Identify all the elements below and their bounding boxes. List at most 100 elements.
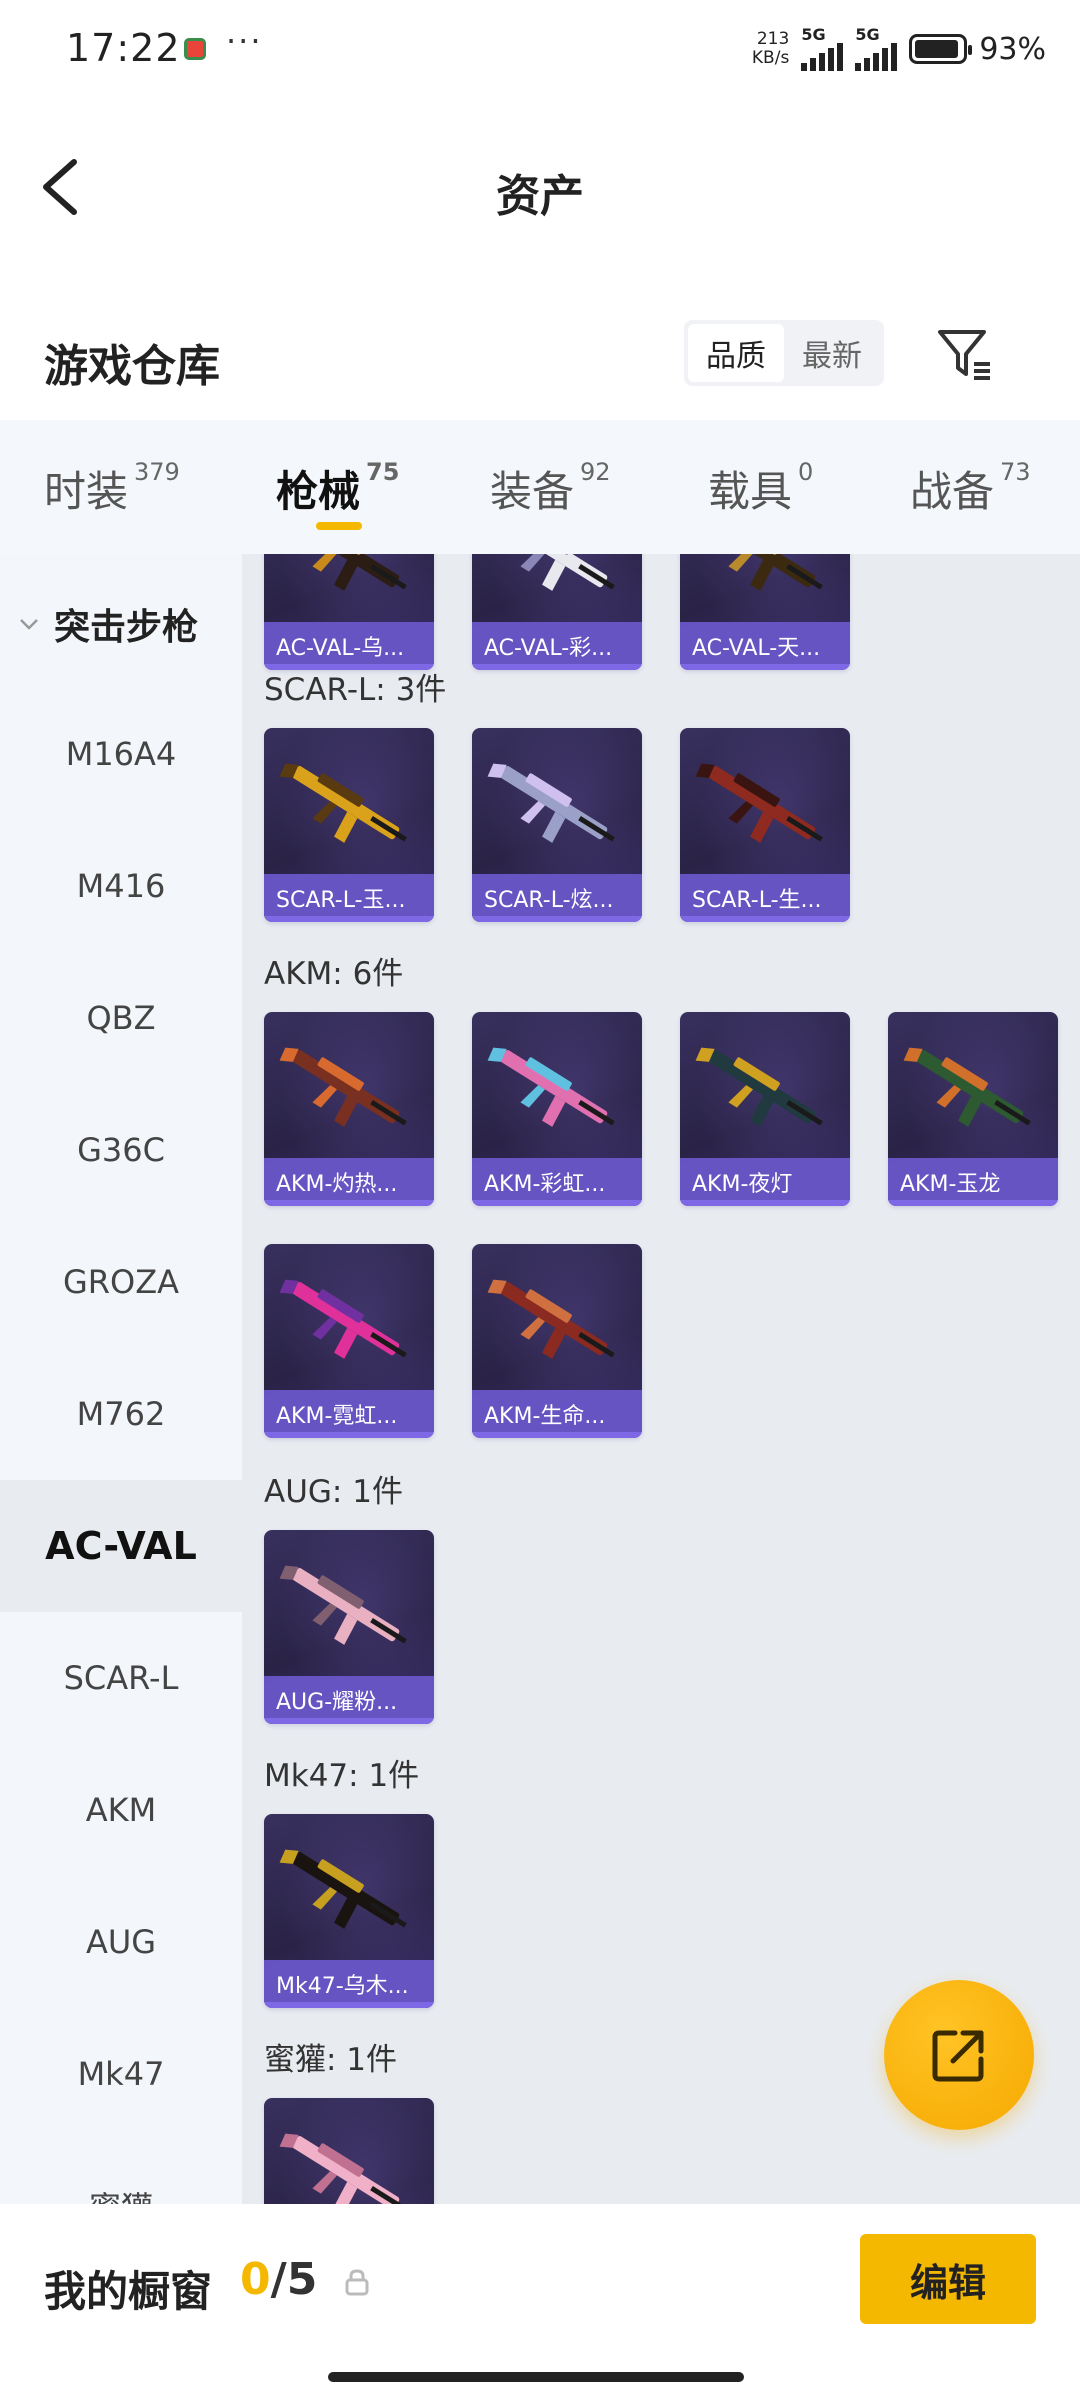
sidebar-item[interactable]: AKM bbox=[0, 1744, 242, 1876]
weapon-skin-image bbox=[487, 1047, 615, 1127]
weapon-name: SCAR-L-炫... bbox=[472, 874, 642, 916]
share-external-icon bbox=[932, 2030, 984, 2082]
card-rarity-bar bbox=[264, 2002, 434, 2008]
sort-option-newest[interactable]: 最新 bbox=[784, 324, 880, 382]
weapon-card[interactable]: AKM-夜灯 bbox=[680, 1012, 850, 1206]
sidebar-item[interactable]: Mk47 bbox=[0, 2008, 242, 2140]
weapon-name: AKM-彩虹... bbox=[472, 1158, 642, 1200]
card-rarity-bar bbox=[472, 916, 642, 922]
showcase-current: 0 bbox=[240, 2254, 271, 2305]
card-rarity-bar bbox=[264, 916, 434, 922]
weapon-grid: AC-VAL-乌... AC-VAL-彩... AC-VAL-天... SCAR-L:… bbox=[242, 554, 1080, 2204]
tab-label: 枪械 bbox=[276, 467, 361, 516]
weapon-name: AC-VAL-天... bbox=[680, 622, 850, 664]
tab-label: 载具 bbox=[708, 467, 793, 516]
weapon-card[interactable]: AKM-彩虹... bbox=[472, 1012, 642, 1206]
home-indicator[interactable] bbox=[328, 2372, 744, 2382]
weapon-skin-image bbox=[487, 1279, 615, 1359]
weapon-card[interactable]: SCAR-L-玉... bbox=[264, 728, 434, 922]
weapon-skin-image bbox=[695, 763, 823, 843]
weapon-skin-image bbox=[903, 1047, 1031, 1127]
group-title: AKM: 6件 bbox=[264, 956, 404, 992]
weapon-skin-image bbox=[279, 1279, 407, 1359]
weapon-card[interactable]: AKM-灼热... bbox=[264, 1012, 434, 1206]
weapon-name: Mk47-乌木... bbox=[264, 1960, 434, 2002]
sim1-label: 5G bbox=[801, 25, 826, 44]
sidebar-item[interactable]: M16A4 bbox=[0, 688, 242, 820]
weapon-card[interactable]: SCAR-L-炫... bbox=[472, 728, 642, 922]
weapon-name: AUG-耀粉... bbox=[264, 1676, 434, 1718]
weapon-skin-image bbox=[279, 1047, 407, 1127]
sidebar-item[interactable]: AUG bbox=[0, 1876, 242, 2008]
sidebar-item[interactable]: M416 bbox=[0, 820, 242, 952]
sim2-label: 5G bbox=[855, 25, 880, 44]
weapon-name: SCAR-L-生... bbox=[680, 874, 850, 916]
sidebar-item[interactable]: G36C bbox=[0, 1084, 242, 1216]
tab-label: 时装 bbox=[44, 467, 129, 516]
weapon-card[interactable]: AC-VAL-彩... bbox=[472, 554, 642, 670]
showcase-label: 我的橱窗 bbox=[44, 2267, 213, 2316]
category-tabs: 时装 379 枪械 75 装备 92 载具 0 战备 73 bbox=[0, 420, 1080, 554]
tab-supplies[interactable]: 战备 73 bbox=[910, 458, 1031, 519]
card-rarity-bar bbox=[264, 1718, 434, 1724]
weapon-name: AC-VAL-彩... bbox=[472, 622, 642, 664]
battery-icon bbox=[909, 34, 973, 64]
share-fab[interactable] bbox=[884, 1980, 1034, 2130]
lock-icon bbox=[345, 2269, 369, 2296]
weapon-skin-image bbox=[279, 2133, 407, 2204]
weapon-name: AKM-灼热... bbox=[264, 1158, 434, 1200]
notification-app-icon bbox=[184, 38, 206, 60]
weapon-card[interactable]: AKM-玉龙 bbox=[888, 1012, 1058, 1206]
weapon-card[interactable] bbox=[264, 2098, 434, 2204]
status-time: 17:22 bbox=[66, 26, 181, 70]
tab-fashion[interactable]: 时装 379 bbox=[44, 458, 180, 519]
sort-toggle: 品质 最新 bbox=[684, 320, 884, 386]
sidebar-item[interactable]: 蜜獾 bbox=[0, 2140, 242, 2204]
sidebar-item[interactable]: SCAR-L bbox=[0, 1612, 242, 1744]
weapon-card[interactable]: SCAR-L-生... bbox=[680, 728, 850, 922]
tab-count: 379 bbox=[134, 458, 180, 486]
tab-equipment[interactable]: 装备 92 bbox=[490, 458, 611, 519]
weapon-card[interactable]: AC-VAL-乌... bbox=[264, 554, 434, 670]
card-rarity-bar bbox=[472, 1432, 642, 1438]
status-indicators: 213 KB/s 5G 5G 93% bbox=[752, 24, 1046, 74]
sidebar-item[interactable]: QBZ bbox=[0, 952, 242, 1084]
weapon-card[interactable]: AUG-耀粉... bbox=[264, 1530, 434, 1724]
category-assault-rifles[interactable]: 突击步枪 bbox=[0, 594, 242, 654]
sidebar-item[interactable]: M762 bbox=[0, 1348, 242, 1480]
card-rarity-bar bbox=[264, 1200, 434, 1206]
showcase-count: 0/5 bbox=[240, 2254, 317, 2305]
edit-button[interactable]: 编辑 bbox=[860, 2234, 1036, 2324]
tab-firearms[interactable]: 枪械 75 bbox=[276, 458, 399, 519]
chevron-down-icon bbox=[20, 619, 38, 630]
sort-option-quality[interactable]: 品质 bbox=[688, 324, 784, 382]
battery-percent: 93% bbox=[979, 31, 1046, 67]
more-notifications-icon: ··· bbox=[226, 22, 263, 60]
weapon-card[interactable]: AKM-霓虹... bbox=[264, 1244, 434, 1438]
tab-count: 0 bbox=[798, 458, 814, 486]
tab-label: 装备 bbox=[490, 467, 575, 516]
status-bar: 17:22 ··· 213 KB/s 5G 5G 93% bbox=[0, 0, 1080, 100]
weapon-skin-image bbox=[279, 1565, 407, 1645]
weapon-skin-image bbox=[487, 763, 615, 843]
category-label: 突击步枪 bbox=[54, 607, 199, 648]
network-speed-unit: KB/s bbox=[751, 48, 790, 68]
network-speed: 213 KB/s bbox=[752, 30, 789, 68]
weapon-card[interactable]: AKM-生命... bbox=[472, 1244, 642, 1438]
card-rarity-bar bbox=[264, 1432, 434, 1438]
sidebar-item[interactable]: GROZA bbox=[0, 1216, 242, 1348]
weapon-skin-image bbox=[292, 554, 407, 591]
weapon-card[interactable]: AC-VAL-天... bbox=[680, 554, 850, 670]
section-title: 游戏仓库 bbox=[44, 341, 220, 392]
filter-button[interactable] bbox=[934, 324, 994, 384]
warehouse-header: 游戏仓库 品质 最新 bbox=[0, 280, 1080, 420]
weapon-name: AKM-生命... bbox=[472, 1390, 642, 1432]
card-rarity-bar bbox=[680, 1200, 850, 1206]
card-rarity-bar bbox=[680, 664, 850, 670]
tab-vehicles[interactable]: 载具 0 bbox=[708, 458, 813, 519]
weapon-skin-image bbox=[279, 1849, 407, 1929]
weapon-skin-image bbox=[708, 554, 823, 591]
weapon-skin-image bbox=[695, 1047, 823, 1127]
weapon-card[interactable]: Mk47-乌木... bbox=[264, 1814, 434, 2008]
sidebar-item[interactable]: AC-VAL bbox=[0, 1480, 242, 1612]
